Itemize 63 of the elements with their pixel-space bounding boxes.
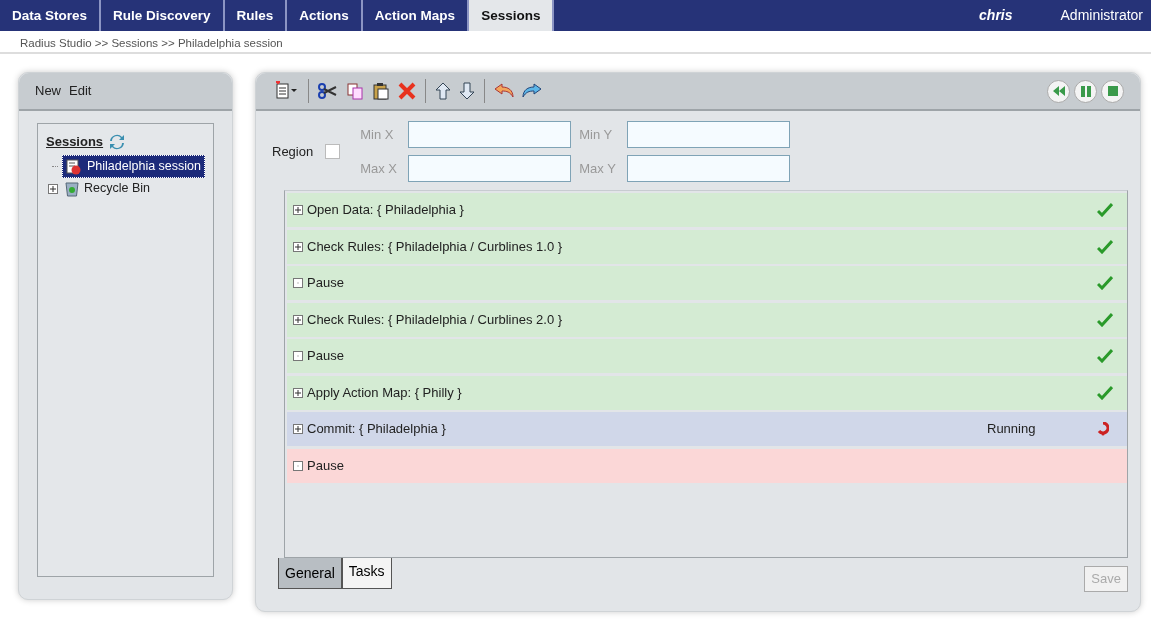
task-label: Apply Action Map: { Philly } xyxy=(307,383,462,402)
task-label: Check Rules: { Philadelphia / Curblines 1.0 } xyxy=(307,237,563,256)
tab[interactable]: General xyxy=(278,558,342,589)
leaf-node-icon xyxy=(293,351,303,361)
menu-item[interactable]: New xyxy=(35,81,61,101)
user-name: chris xyxy=(979,6,1013,25)
task-label: Pause xyxy=(307,456,344,475)
field-label: Min X xyxy=(360,125,395,144)
task-row[interactable]: Check Rules: { Philadelphia / Curblines 2.0 } xyxy=(287,302,1127,337)
refresh-icon[interactable] xyxy=(109,133,126,150)
region-checkbox[interactable] xyxy=(325,144,341,159)
user-role: Administrator xyxy=(1060,6,1143,25)
task-label: Pause xyxy=(307,274,344,293)
task-row[interactable]: Pause xyxy=(287,339,1127,373)
tree-root-label[interactable]: Sessions xyxy=(46,132,104,152)
field-label: Min Y xyxy=(579,125,614,144)
expand-icon[interactable] xyxy=(293,314,303,325)
region-label: Region xyxy=(272,142,314,161)
expand-icon[interactable] xyxy=(48,183,58,194)
check-icon xyxy=(1097,203,1113,217)
task-label: Commit: { Philadelphia } xyxy=(307,420,446,439)
check-icon xyxy=(1097,239,1113,254)
field-label: Max Y xyxy=(579,159,617,178)
menu-item[interactable]: Edit xyxy=(69,81,92,101)
check-icon xyxy=(1097,276,1113,290)
input-field[interactable] xyxy=(408,155,572,182)
rewind-button[interactable] xyxy=(1047,79,1070,103)
field-label: Max X xyxy=(360,159,399,178)
task-row[interactable]: Pause xyxy=(287,448,1127,483)
tree-item[interactable]: Recycle Bin xyxy=(62,178,153,199)
expand-icon[interactable] xyxy=(293,205,303,215)
task-label: Check Rules: { Philadelphia / Curblines 2.0 } xyxy=(307,310,563,329)
check-icon xyxy=(1097,312,1113,327)
running-icon xyxy=(1097,422,1109,436)
expand-icon[interactable] xyxy=(293,387,303,398)
pause-icon xyxy=(1080,85,1091,97)
task-row[interactable]: Check Rules: { Philadelphia / Curblines 1.0 } xyxy=(287,229,1127,264)
task-label: Open Data: { Philadelphia } xyxy=(307,201,464,220)
pause-button[interactable] xyxy=(1074,79,1097,103)
expand-icon[interactable] xyxy=(293,241,303,252)
tab[interactable]: Tasks xyxy=(341,558,392,589)
task-label: Pause xyxy=(307,347,344,366)
recycle-bin-icon xyxy=(65,180,79,197)
task-row[interactable]: Open Data: { Philadelphia } xyxy=(287,193,1127,227)
task-row[interactable]: Commit: { Philadelphia } Running xyxy=(287,412,1127,446)
task-status: Running xyxy=(987,420,1037,439)
input-field[interactable] xyxy=(627,121,791,148)
stop-icon xyxy=(1107,86,1118,96)
nav-tab[interactable]: Sessions xyxy=(469,0,555,31)
tree-item[interactable]: Philadelphia session xyxy=(62,155,205,178)
input-field[interactable] xyxy=(627,155,791,182)
check-icon xyxy=(1097,385,1113,400)
task-row[interactable]: Pause xyxy=(287,266,1127,300)
input-field[interactable] xyxy=(408,121,572,148)
session-document-icon xyxy=(66,158,83,175)
check-icon xyxy=(1097,349,1113,363)
rewind-icon xyxy=(1052,86,1065,96)
leaf-node-icon xyxy=(293,460,303,471)
expand-icon[interactable] xyxy=(293,424,303,434)
task-row[interactable]: Apply Action Map: { Philly } xyxy=(287,375,1127,410)
leaf-node-icon xyxy=(293,278,303,288)
stop-button[interactable] xyxy=(1101,79,1124,103)
breadcrumb: Radius Studio >> Sessions >> Philadelphia session xyxy=(20,37,283,49)
